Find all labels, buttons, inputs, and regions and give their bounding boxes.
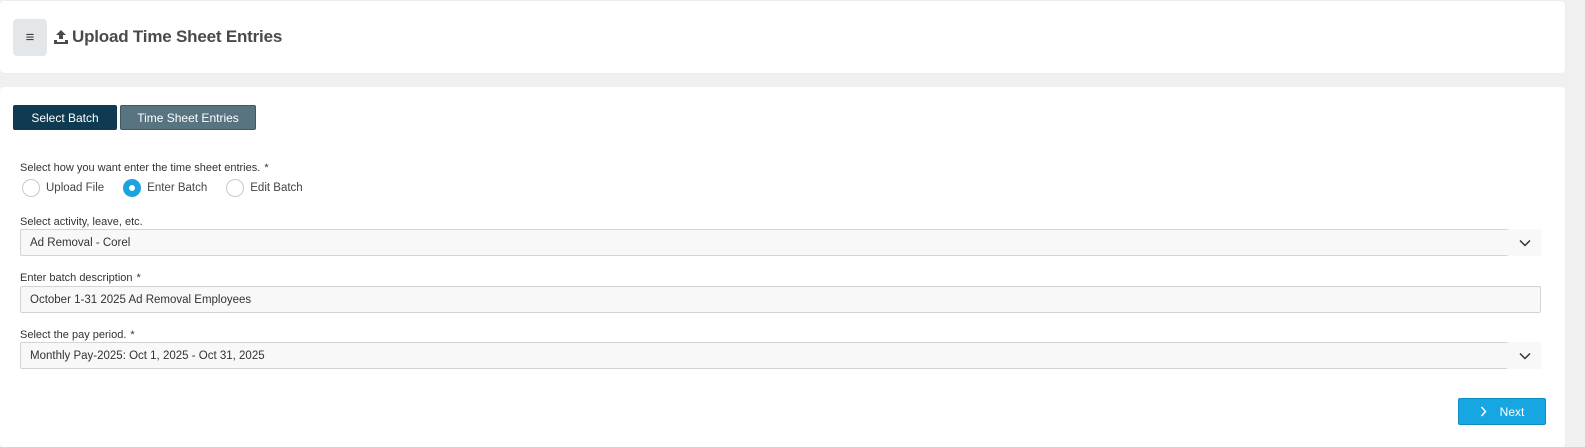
page-title-wrap: Upload Time Sheet Entries	[53, 26, 282, 48]
batch-description-input[interactable]: October 1-31 2025 Ad Removal Employees	[20, 286, 1541, 313]
next-button-label: Next	[1499, 404, 1525, 419]
description-label: Enter batch description *	[20, 272, 141, 284]
pay-period-label-text: Select the pay period.	[20, 329, 127, 341]
chevron-right-icon	[1480, 406, 1487, 417]
activity-select-toggle[interactable]	[1508, 229, 1541, 256]
activity-label: Select activity, leave, etc.	[20, 216, 143, 228]
upload-icon	[54, 30, 68, 44]
radio-button-checked[interactable]	[123, 179, 142, 197]
batch-description-value: October 1-31 2025 Ad Removal Employees	[30, 293, 252, 306]
chevron-down-icon	[1518, 352, 1531, 360]
entry-method-label: Select how you want enter the time sheet…	[20, 162, 269, 174]
page-title: Upload Time Sheet Entries	[72, 27, 283, 46]
tab-time-sheet-entries[interactable]: Time Sheet Entries	[120, 105, 256, 130]
next-button[interactable]: Next	[1458, 398, 1546, 425]
radio-upload-file[interactable]: Upload File	[22, 179, 104, 197]
required-mark: *	[136, 272, 141, 284]
radio-label: Upload File	[46, 182, 105, 194]
radio-button[interactable]	[226, 179, 245, 197]
radio-edit-batch[interactable]: Edit Batch	[226, 179, 303, 197]
chevron-down-icon	[1518, 239, 1531, 247]
required-mark: *	[130, 329, 135, 341]
activity-select[interactable]: Ad Removal - Corel	[20, 229, 1508, 256]
required-mark: *	[264, 162, 269, 174]
activity-select-value: Ad Removal - Corel	[30, 236, 131, 249]
menu-toggle-button[interactable]: ≡	[13, 19, 47, 56]
pay-period-label: Select the pay period. *	[20, 329, 135, 341]
tab-select-batch[interactable]: Select Batch	[13, 105, 117, 130]
pay-period-select-value: Monthly Pay-2025: Oct 1, 2025 - Oct 31, …	[30, 349, 265, 362]
radio-label: Enter Batch	[147, 182, 208, 194]
entry-method-label-text: Select how you want enter the time sheet…	[20, 162, 261, 174]
pay-period-select[interactable]: Monthly Pay-2025: Oct 1, 2025 - Oct 31, …	[20, 342, 1508, 369]
page-header: ≡ Upload Time Sheet Entries	[0, 1, 1565, 73]
hamburger-icon: ≡	[25, 29, 35, 46]
description-label-text: Enter batch description	[20, 272, 133, 284]
radio-button[interactable]	[22, 179, 40, 197]
form-card: Select Batch Time Sheet Entries Select h…	[0, 87, 1565, 447]
radio-label: Edit Batch	[250, 182, 303, 194]
radio-enter-batch[interactable]: Enter Batch	[123, 179, 207, 197]
pay-period-select-toggle[interactable]	[1508, 342, 1541, 369]
entry-method-radio-group: Upload File Enter Batch Edit Batch	[22, 178, 322, 198]
